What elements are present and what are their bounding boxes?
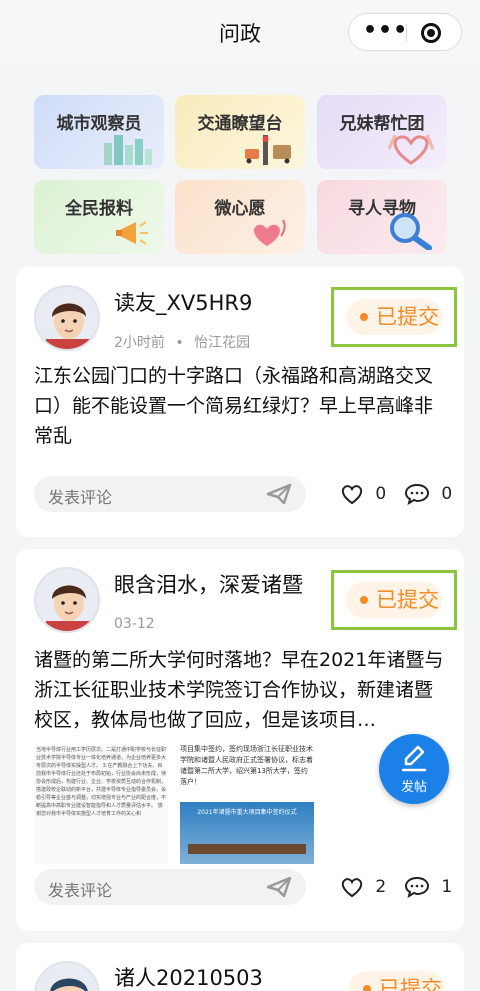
avatar[interactable] (34, 567, 100, 633)
comment-button[interactable]: 1 (404, 876, 453, 899)
username[interactable]: 读友_XV5HR9 (114, 287, 252, 317)
comment-count: 0 (441, 484, 453, 504)
post-content[interactable]: 诸暨的第二所大学何时落地？早在2021年诸暨与浙江长征职业技术学院签订合作协议，… (34, 645, 450, 735)
post-location: 怡江花园 (194, 335, 251, 351)
category-tile-lost-found[interactable]: 寻人寻物 (317, 180, 447, 254)
send-icon[interactable] (266, 483, 292, 505)
comment-input[interactable]: 发表评论 (34, 476, 306, 512)
category-tile-traffic[interactable]: 交通瞭望台 (175, 95, 305, 169)
like-count: 0 (375, 484, 387, 504)
post-time: 03-12 (114, 616, 155, 632)
post-content[interactable]: 江东公园门口的十字路口（永福路和高湖路交叉口）能不能设置一个简易红绿灯？早上早高… (34, 361, 450, 451)
meta-separator-dot: • (175, 335, 184, 351)
user-avatar-illustration (46, 303, 92, 349)
like-button[interactable]: 0 (340, 483, 386, 505)
comment-button[interactable]: 0 (404, 483, 453, 506)
new-post-button[interactable]: 发帖 (379, 734, 449, 804)
new-post-label: 发帖 (400, 780, 427, 795)
signing-photo: 2021年诸暨市重大项目集中签约仪式 (180, 802, 314, 864)
avatar[interactable] (34, 285, 100, 351)
post-time: 2小时前 (114, 335, 165, 351)
post-image-signing[interactable]: 项目集中签约，签约现场浙江长征职业技术学院和诸暨人民政府正式签署协议，标志着诸暨… (180, 744, 314, 864)
username[interactable]: 眼含泪水，深爱诸暨 (114, 569, 303, 599)
comment-count: 1 (441, 877, 453, 897)
category-tile-city-observer[interactable]: 城市观察员 (34, 95, 164, 169)
like-count: 2 (375, 877, 387, 897)
category-grid: 城市观察员 交通瞭望台 兄妹帮忙团 全民报料 微心愿 寻人寻物 (0, 64, 480, 264)
status-badge: 已提交 (349, 971, 445, 991)
heart-icon (341, 485, 363, 505)
target-icon[interactable] (421, 23, 441, 43)
document-text: 当地半导体行业用工学历层次。二是打通中职学校与长征职业技术学院半导体专业一体化培… (36, 747, 167, 817)
comment-bubble-icon (404, 483, 430, 506)
status-badge: 已提交 (346, 299, 442, 335)
heart-hands-icon (387, 134, 435, 165)
comment-placeholder: 发表评论 (48, 488, 113, 507)
more-dots-icon[interactable]: ••• (363, 14, 407, 52)
comment-placeholder: 发表评论 (48, 881, 113, 900)
traffic-tower-icon (245, 135, 291, 165)
send-icon[interactable] (266, 876, 292, 898)
signing-banner-text: 2021年诸暨市重大项目集中签约仪式 (197, 809, 297, 816)
mini-program-capsule: ••• (348, 13, 462, 51)
heart-balloon-icon (254, 219, 286, 246)
category-tile-sibling-help[interactable]: 兄妹帮忙团 (317, 95, 447, 169)
like-button[interactable]: 2 (340, 876, 386, 898)
signing-table (188, 844, 306, 854)
user-avatar-illustration (46, 585, 92, 631)
signing-caption: 项目集中签约，签约现场浙江长征职业技术学院和诸暨人民政府正式签署协议，标志着诸暨… (180, 745, 313, 786)
comment-bubble-icon (404, 876, 430, 899)
magnifier-icon (390, 213, 432, 250)
post-image-document[interactable]: 当地半导体行业用工学历层次。二是打通中职学校与长征职业技术学院半导体专业一体化培… (34, 744, 168, 864)
status-badge: 已提交 (346, 582, 442, 618)
nav-bar: 问政 ••• (0, 0, 480, 64)
username[interactable]: 诸人20210503 (114, 962, 263, 991)
megaphone-icon (116, 221, 148, 245)
post-meta: 2小时前 • 怡江花园 (114, 332, 250, 352)
post-card[interactable]: 读友_XV5HR9 2小时前 • 怡江花园 已提交 江东公园门口的十字路口（永福… (16, 267, 464, 537)
user-avatar-illustration (50, 978, 88, 991)
heart-icon (341, 878, 363, 898)
comment-input[interactable]: 发表评论 (34, 869, 306, 905)
capsule-divider (406, 24, 407, 42)
avatar[interactable] (34, 961, 100, 991)
edit-icon (401, 745, 427, 772)
category-tile-wish[interactable]: 微心愿 (175, 180, 305, 254)
status-highlight: 已提交 (331, 287, 457, 347)
status-highlight: 已提交 (331, 570, 457, 630)
post-card[interactable]: 诸人20210503 已提交 (16, 943, 464, 991)
city-buildings-icon (104, 135, 152, 165)
category-tile-report[interactable]: 全民报料 (34, 180, 164, 254)
